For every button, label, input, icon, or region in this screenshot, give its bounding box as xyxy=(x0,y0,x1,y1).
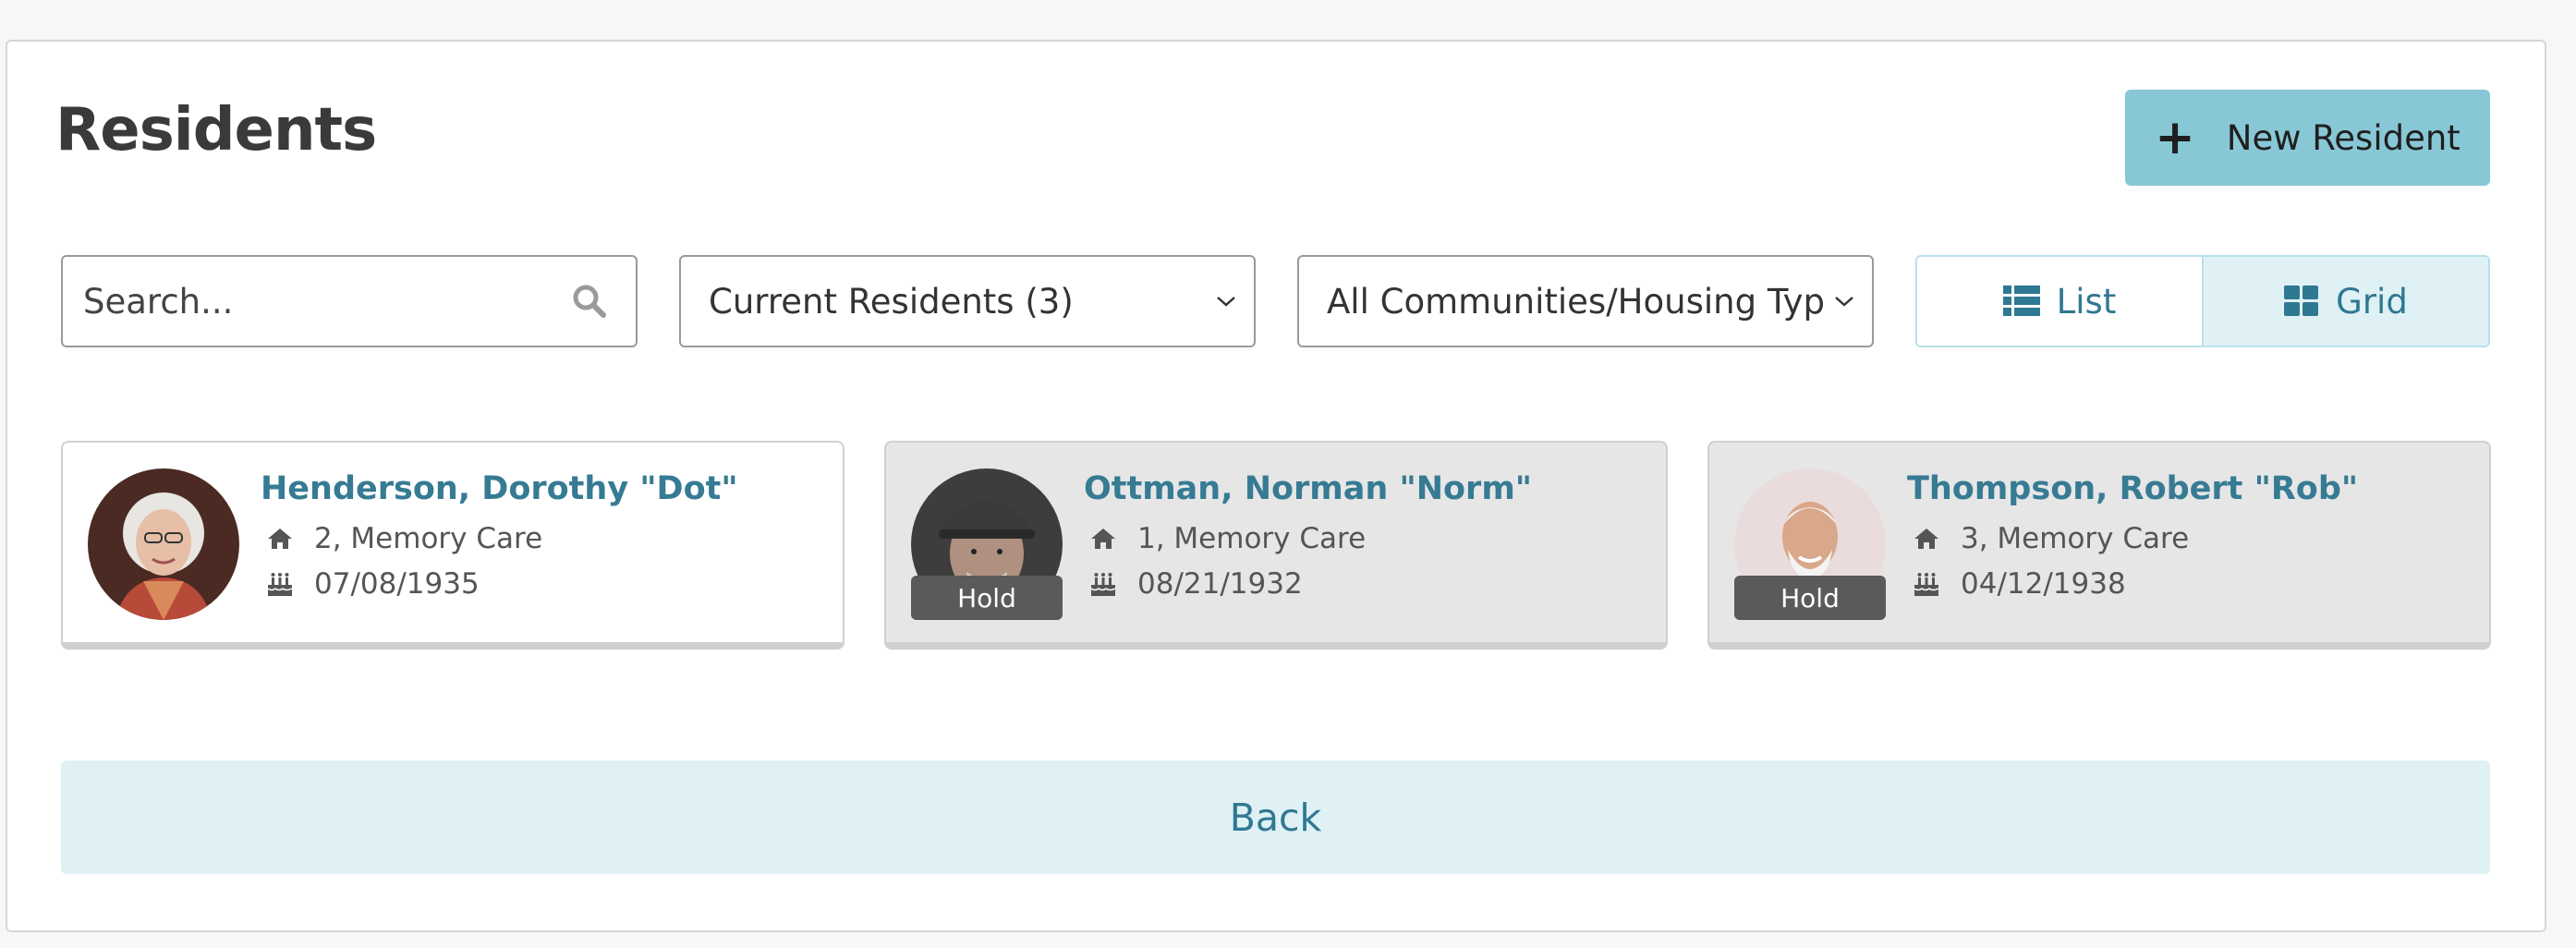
resident-name[interactable]: Ottman, Norman "Norm" xyxy=(1084,470,1532,507)
chevron-down-icon xyxy=(1826,283,1863,320)
resident-location-text: 2, Memory Care xyxy=(314,522,543,555)
search-icon[interactable] xyxy=(562,273,617,329)
new-resident-label: New Resident xyxy=(2226,117,2461,158)
resident-birthdate-text: 07/08/1935 xyxy=(314,567,480,601)
resident-name[interactable]: Thompson, Robert "Rob" xyxy=(1907,470,2358,507)
grid-view-button[interactable]: Grid xyxy=(2204,257,2488,346)
resident-location: 2, Memory Care xyxy=(264,522,542,555)
birthday-cake-icon xyxy=(1088,568,1119,600)
resident-birthdate: 04/12/1938 xyxy=(1911,567,2126,601)
new-resident-button[interactable]: + New Resident xyxy=(2125,90,2490,186)
resident-birthdate: 07/08/1935 xyxy=(264,567,480,601)
resident-card[interactable]: Hold Thompson, Robert "Rob" 3, Memory Ca… xyxy=(1707,441,2491,650)
resident-birthdate-text: 04/12/1938 xyxy=(1961,567,2126,601)
resident-status-select[interactable]: Current Residents (3) xyxy=(679,255,1256,347)
back-label: Back xyxy=(1229,795,1322,840)
birthday-cake-icon xyxy=(264,568,296,600)
list-view-button[interactable]: List xyxy=(1917,257,2204,346)
back-button[interactable]: Back xyxy=(61,760,2490,874)
resident-card[interactable]: Henderson, Dorothy "Dot" 2, Memory Care … xyxy=(61,441,844,650)
list-icon xyxy=(2002,286,2040,316)
resident-card[interactable]: Hold Ottman, Norman "Norm" 1, Memory Car… xyxy=(884,441,1668,650)
search-input[interactable]: Search... xyxy=(61,255,638,347)
chevron-down-icon xyxy=(1208,283,1245,320)
community-select[interactable]: All Communities/Housing Types xyxy=(1297,255,1874,347)
resident-location-text: 3, Memory Care xyxy=(1961,522,2190,555)
grid-icon xyxy=(2284,286,2319,316)
hold-badge: Hold xyxy=(1734,576,1886,620)
hold-badge: Hold xyxy=(911,576,1063,620)
resident-birthdate-text: 08/21/1932 xyxy=(1137,567,1303,601)
resident-location: 1, Memory Care xyxy=(1088,522,1366,555)
page-title: Residents xyxy=(55,96,377,164)
community-value: All Communities/Housing Types xyxy=(1327,281,1826,322)
home-icon xyxy=(1911,523,1942,554)
grid-label: Grid xyxy=(2336,281,2408,322)
avatar xyxy=(88,468,239,620)
resident-status-value: Current Residents (3) xyxy=(709,281,1074,322)
list-label: List xyxy=(2056,281,2117,322)
home-icon xyxy=(264,523,296,554)
birthday-cake-icon xyxy=(1911,568,1942,600)
resident-location-text: 1, Memory Care xyxy=(1137,522,1367,555)
home-icon xyxy=(1088,523,1119,554)
plus-icon: + xyxy=(2155,110,2195,165)
resident-name[interactable]: Henderson, Dorothy "Dot" xyxy=(261,470,738,507)
resident-location: 3, Memory Care xyxy=(1911,522,2189,555)
view-toggle: List Grid xyxy=(1915,255,2490,347)
resident-birthdate: 08/21/1932 xyxy=(1088,567,1303,601)
search-placeholder: Search... xyxy=(83,281,234,322)
